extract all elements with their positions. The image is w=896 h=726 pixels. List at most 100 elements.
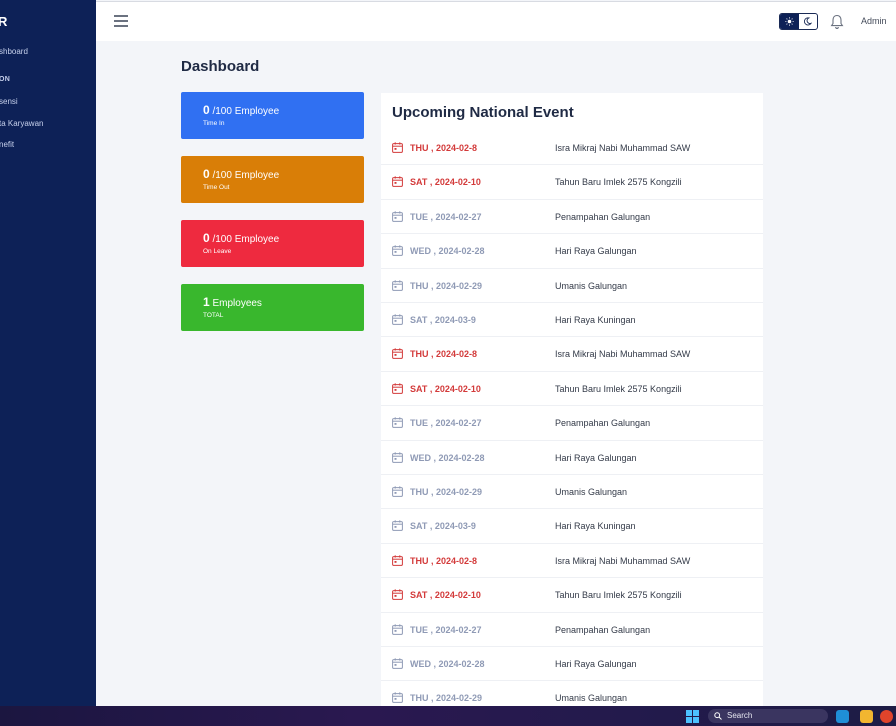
event-name: Isra Mikraj Nabi Muhammad SAW <box>555 143 691 153</box>
calendar-icon <box>392 589 403 601</box>
event-row: SAT , 2024-03-9 Hari Raya Kuningan <box>381 303 763 338</box>
event-date: TUE , 2024-02-27 <box>410 624 482 635</box>
event-date: TUE , 2024-02-27 <box>410 418 482 429</box>
event-row: WED , 2024-02-28 Hari Raya Galungan <box>381 441 763 475</box>
calendar-icon <box>392 383 403 394</box>
stat-caption: On Leave <box>203 248 232 255</box>
event-name: Penampahan Galungan <box>555 624 651 635</box>
event-name: Tahun Baru Imlek 2575 Kongzili <box>555 590 682 601</box>
event-row: SAT , 2024-03-9 Hari Raya Kuningan <box>381 509 763 544</box>
event-date: SAT , 2024-02-10 <box>410 383 481 394</box>
event-name: Tahun Baru Imlek 2575 Kongzili <box>555 383 682 394</box>
light-mode-button[interactable] <box>780 14 799 29</box>
event-name: Umanis Galungan <box>555 487 628 497</box>
moon-icon <box>804 17 813 26</box>
calendar-icon <box>392 451 403 463</box>
calendar-icon <box>392 211 403 222</box>
event-date: SAT , 2024-02-10 <box>410 177 481 188</box>
event-row: THU , 2024-02-8 Isra Mikraj Nabi Muhammad… <box>381 337 763 372</box>
calendar-icon <box>392 348 403 360</box>
calendar-icon <box>392 692 403 704</box>
event-name: Hari Raya Galungan <box>555 246 637 257</box>
event-date: THU , 2024-02-8 <box>410 555 478 566</box>
file-explorer-icon[interactable] <box>860 710 873 723</box>
calendar-icon <box>392 176 403 188</box>
sidebar: R shboard ON sensi ta Karyawan nefit <box>0 0 96 706</box>
windows-start-icon[interactable] <box>686 710 699 723</box>
upcoming-events-panel: Upcoming National Event THU , 2024-02-8 I… <box>381 93 763 706</box>
stat-value: 0 <box>203 103 210 117</box>
event-row: SAT , 2024-02-10 Tahun Baru Imlek 2575 Ko… <box>381 165 763 200</box>
stat-value: 0 <box>203 167 210 181</box>
sidebar-item-presensi[interactable]: sensi <box>0 97 18 106</box>
event-name: Penampahan Galungan <box>555 418 651 429</box>
dark-mode-button[interactable] <box>799 14 818 29</box>
taskbar-search[interactable]: Search <box>708 709 828 723</box>
calendar-icon <box>392 314 403 325</box>
events-title: Upcoming National Event <box>392 104 574 121</box>
taskbar-app-icon[interactable] <box>836 710 849 723</box>
event-date: THU , 2024-02-29 <box>410 487 483 497</box>
sidebar-item-dashboard[interactable]: shboard <box>0 47 28 56</box>
event-row: THU , 2024-02-8 Isra Mikraj Nabi Muhammad… <box>381 544 763 579</box>
theme-toggle[interactable] <box>779 13 818 30</box>
page-title: Dashboard <box>181 58 260 75</box>
calendar-icon <box>392 417 403 429</box>
menu-toggle-icon[interactable] <box>114 15 128 27</box>
sidebar-section-heading: ON <box>0 76 11 83</box>
event-date: SAT , 2024-03-9 <box>410 521 476 532</box>
event-date: WED , 2024-02-28 <box>410 452 485 463</box>
taskbar-search-label: Search <box>727 711 753 720</box>
stat-unit: /100 Employee <box>212 106 280 117</box>
chrome-icon[interactable] <box>880 710 893 723</box>
notification-bell-icon[interactable] <box>830 14 844 30</box>
event-row: TUE , 2024-02-27 Penampahan Galungan <box>381 613 763 647</box>
stat-caption: Time In <box>203 120 225 127</box>
event-row: THU , 2024-02-29 Umanis Galungan <box>381 269 763 303</box>
stat-caption: TOTAL <box>203 312 224 319</box>
event-date: THU , 2024-02-29 <box>410 280 483 291</box>
event-name: Hari Raya Galungan <box>555 659 637 669</box>
event-name: Penampahan Galungan <box>555 211 651 222</box>
event-name: Hari Raya Kuningan <box>555 315 636 325</box>
event-row: SAT , 2024-02-10 Tahun Baru Imlek 2575 Ko… <box>381 372 763 407</box>
event-row: WED , 2024-02-28 Hari Raya Galungan <box>381 234 763 269</box>
event-date: THU , 2024-02-8 <box>410 143 478 153</box>
event-name: Umanis Galungan <box>555 280 628 291</box>
stat-card-time-out: 0 /100 Employee Time Out <box>181 156 364 203</box>
event-date: THU , 2024-02-8 <box>410 349 478 360</box>
stat-unit: Employees <box>212 298 262 309</box>
calendar-icon <box>392 520 403 532</box>
event-name: Isra Mikraj Nabi Muhammad SAW <box>555 555 691 566</box>
event-row: WED , 2024-02-28 Hari Raya Galungan <box>381 647 763 682</box>
os-taskbar: Search <box>0 706 896 726</box>
event-name: Umanis Galungan <box>555 693 628 704</box>
event-row: SAT , 2024-02-10 Tahun Baru Imlek 2575 Ko… <box>381 578 763 613</box>
stat-card-total: 1 Employees TOTAL <box>181 284 364 331</box>
event-name: Hari Raya Kuningan <box>555 521 636 532</box>
event-row: THU , 2024-02-29 Umanis Galungan <box>381 681 763 706</box>
stat-card-time-in: 0 /100 Employee Time In <box>181 92 364 139</box>
event-date: WED , 2024-02-28 <box>410 246 485 257</box>
event-date: WED , 2024-02-28 <box>410 659 485 669</box>
calendar-icon <box>392 142 403 153</box>
sidebar-item-data-karyawan[interactable]: ta Karyawan <box>0 119 43 128</box>
event-date: SAT , 2024-03-9 <box>410 315 476 325</box>
event-row: THU , 2024-02-8 Isra Mikraj Nabi Muhammad… <box>381 131 763 166</box>
event-row: TUE , 2024-02-27 Penampahan Galungan <box>381 200 763 235</box>
sidebar-item-benefit[interactable]: nefit <box>0 140 14 149</box>
sidebar-logo: R <box>0 14 8 29</box>
event-row: THU , 2024-02-29 Umanis Galungan <box>381 475 763 510</box>
calendar-icon <box>392 245 403 257</box>
stat-unit: /100 Employee <box>212 234 280 245</box>
stat-value: 1 <box>203 295 210 309</box>
stat-value: 0 <box>203 231 210 245</box>
stat-unit: /100 Employee <box>212 170 280 181</box>
top-bar: Admin <box>96 1 896 41</box>
event-row: TUE , 2024-02-27 Penampahan Galungan <box>381 406 763 441</box>
event-name: Tahun Baru Imlek 2575 Kongzili <box>555 177 682 188</box>
event-name: Isra Mikraj Nabi Muhammad SAW <box>555 349 691 360</box>
sun-icon <box>785 17 794 26</box>
calendar-icon <box>392 279 403 291</box>
user-menu[interactable]: Admin <box>861 16 887 26</box>
